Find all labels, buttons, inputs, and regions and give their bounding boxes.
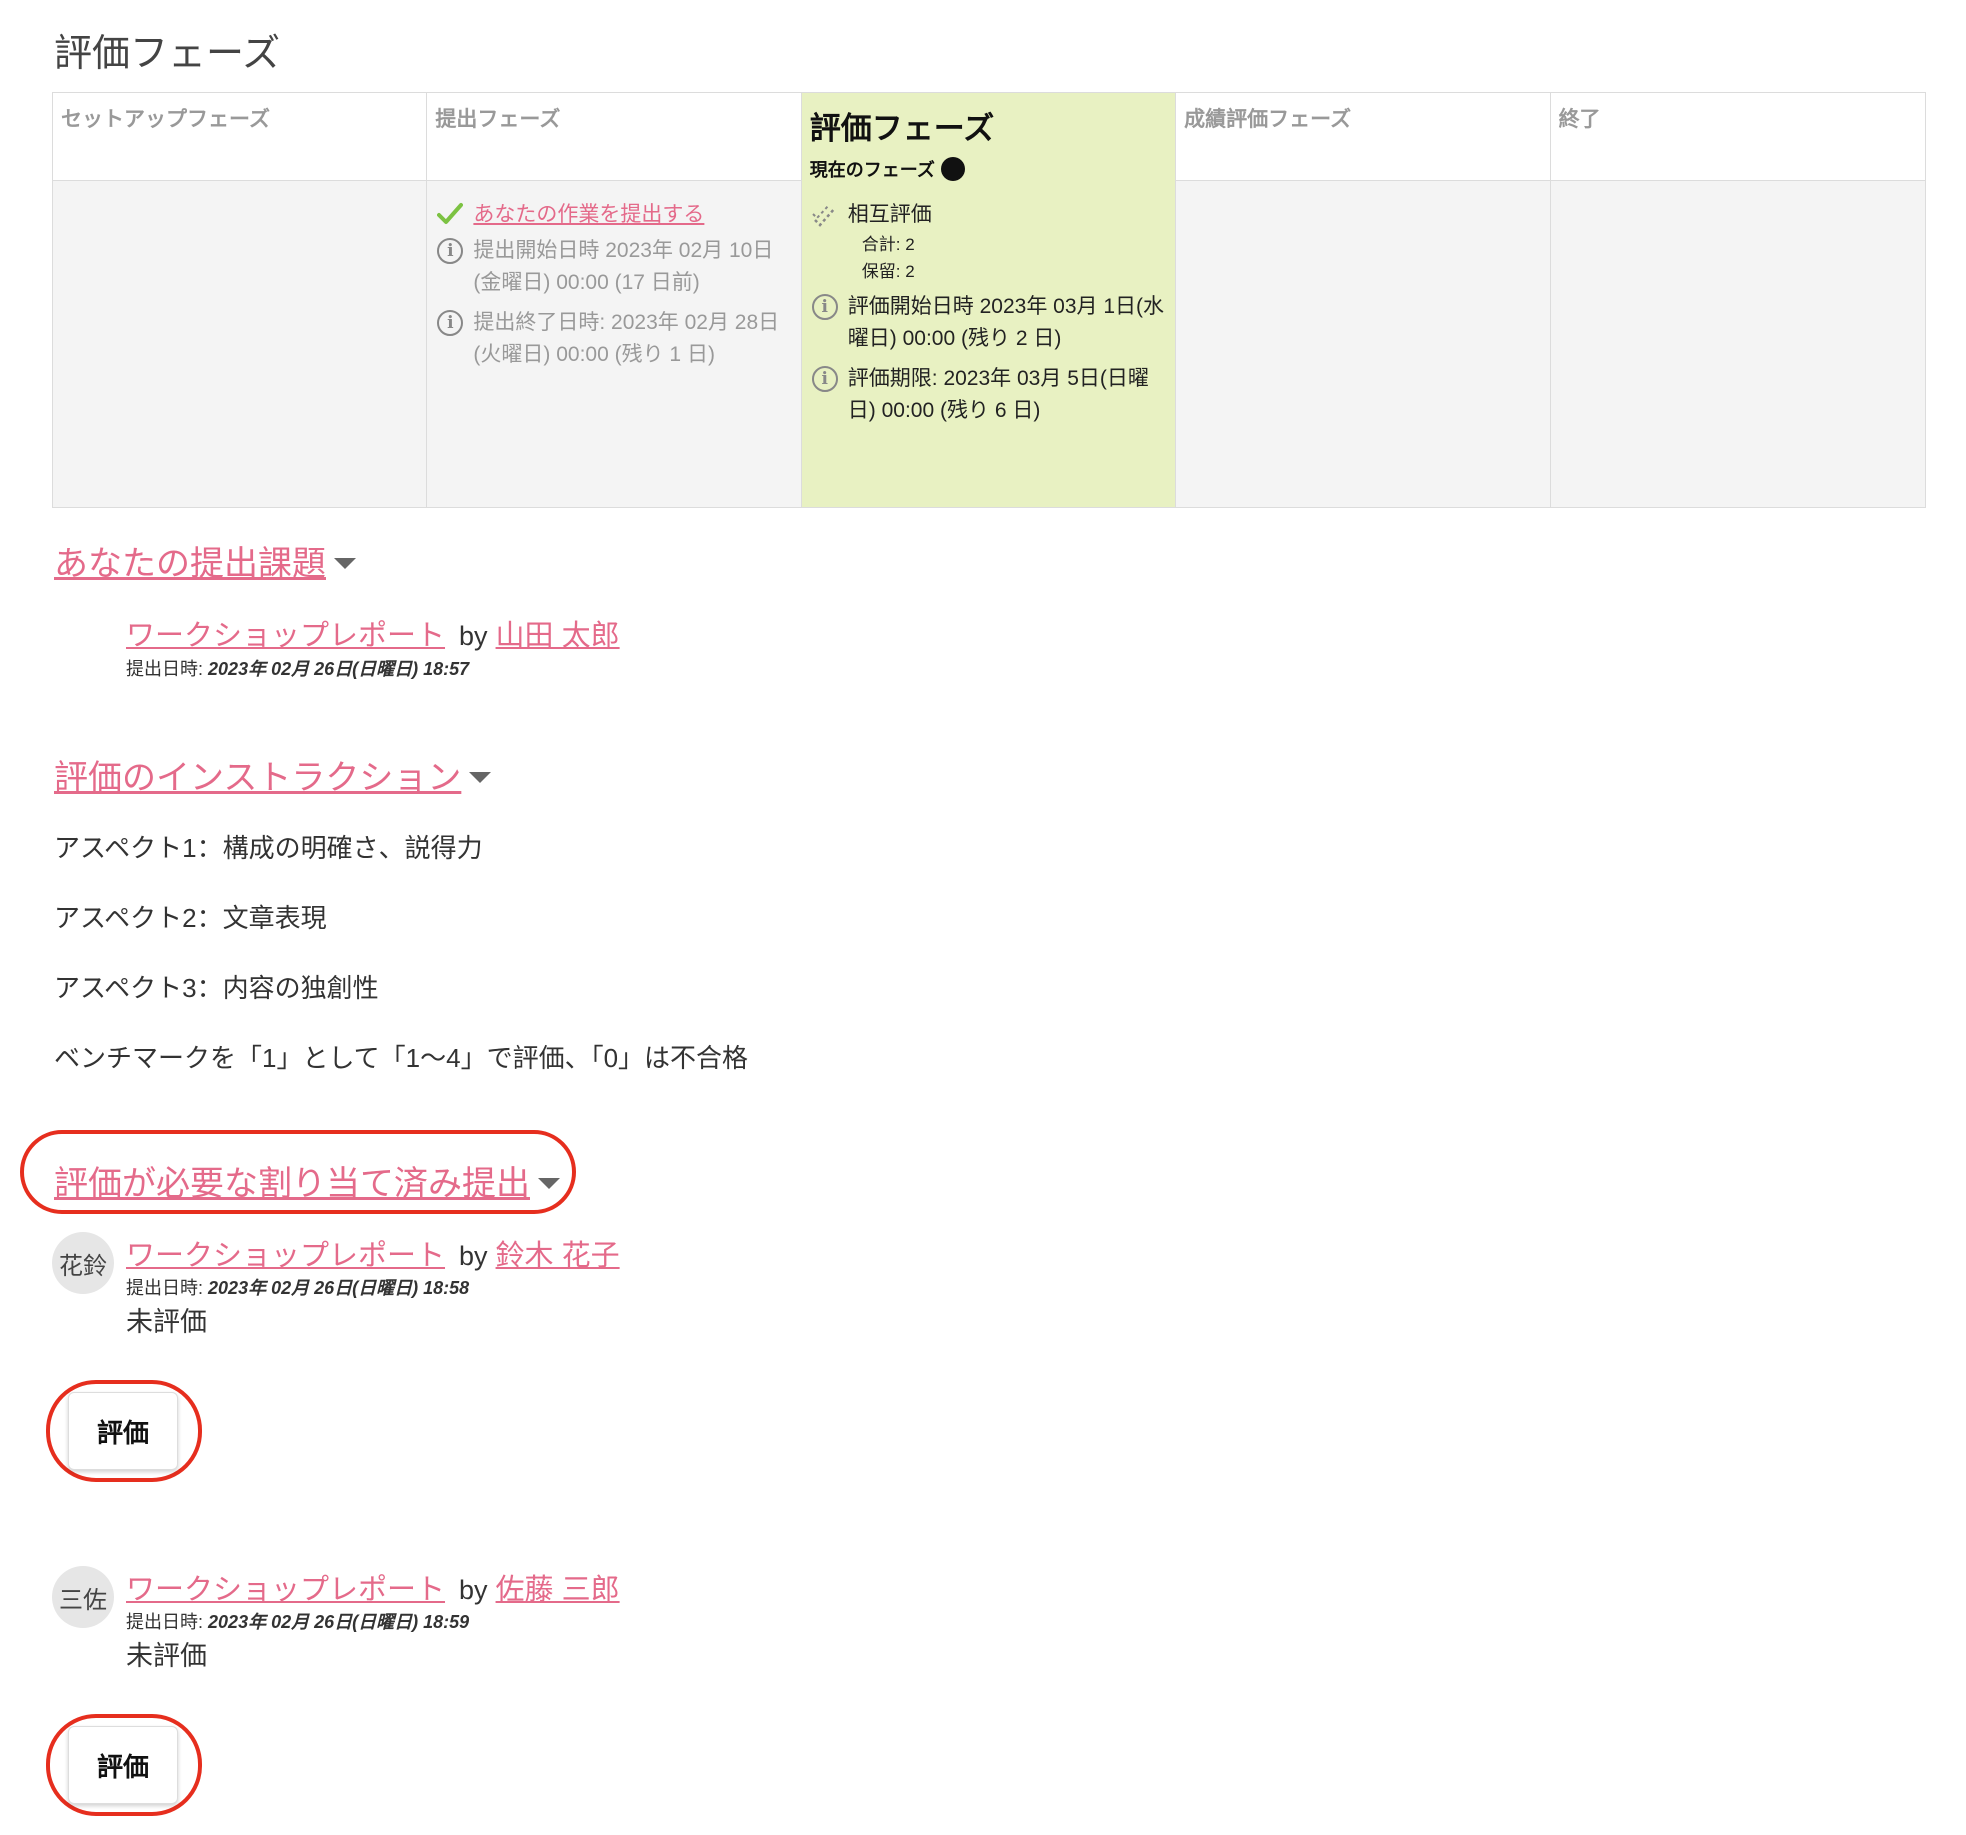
peer-review-pending: 保留: 2	[861, 262, 915, 281]
page-title: 評価フェーズ	[54, 33, 281, 75]
check-icon	[435, 199, 465, 226]
submission-start-text: 提出開始日時 2023年 02月 10日(金曜日) 00:00 (17 日前)	[473, 239, 774, 294]
submission-meta: 提出日時: 2023年 02月 26日(日曜日) 18:57	[126, 659, 470, 679]
by-label: by	[459, 621, 488, 651]
assigned-heading[interactable]: 評価が必要な割り当て済み提出	[54, 1156, 560, 1205]
by-label: by	[459, 1575, 488, 1605]
assigned-submission-entry: ワークショップレポート by 鈴木 花子	[126, 1232, 620, 1274]
info-icon: i	[437, 238, 464, 264]
phase-setup: セットアップフェーズ	[53, 93, 428, 507]
instructions-heading[interactable]: 評価のインストラクション	[54, 750, 492, 799]
task-assess-start: i 評価開始日時 2023年 03月 1日(水曜日) 00:00 (残り 2 日…	[810, 291, 1167, 355]
current-phase-label: 現在のフェーズ	[810, 156, 1167, 182]
info-icon: i	[811, 366, 838, 392]
peer-review-total: 合計: 2	[861, 235, 915, 254]
phase-submission: 提出フェーズ あなたの作業を提出する i 提出開始日時 2023年 02月 10…	[427, 93, 802, 507]
phase-name: 終了	[1558, 108, 1601, 131]
submission-meta: 提出日時: 2023年 02月 26日(日曜日) 18:59	[126, 1612, 470, 1632]
submission-meta: 提出日時: 2023年 02月 26日(日曜日) 18:58	[126, 1278, 470, 1298]
task-submit: あなたの作業を提出する	[435, 199, 792, 231]
assess-button[interactable]: 評価	[68, 1392, 178, 1470]
info-icon: i	[811, 294, 838, 320]
submit-work-link[interactable]: あなたの作業を提出する	[473, 199, 704, 231]
peer-review-icon	[810, 199, 840, 228]
assessment-deadline-text: 評価期限: 2023年 03月 5日(日曜日) 00:00 (残り 6 日)	[847, 367, 1149, 422]
current-phase-dot-icon	[940, 157, 965, 181]
author-link[interactable]: 鈴木 花子	[496, 1232, 620, 1274]
submission-title-link[interactable]: ワークショップレポート	[126, 612, 445, 654]
by-label: by	[459, 1241, 488, 1271]
phase-name: 成績評価フェーズ	[1184, 108, 1352, 131]
phase-name: セットアップフェーズ	[61, 108, 270, 131]
phase-evaluation: 成績評価フェーズ	[1176, 93, 1551, 507]
instruction-line: アスペクト2：文章表現	[54, 903, 327, 933]
task-peer-review: 相互評価	[810, 199, 1167, 231]
task-assess-deadline: i 評価期限: 2023年 03月 5日(日曜日) 00:00 (残り 6 日)	[810, 363, 1167, 427]
assessment-start-text: 評価開始日時 2023年 03月 1日(水曜日) 00:00 (残り 2 日)	[847, 295, 1165, 350]
phase-closed: 終了	[1550, 93, 1925, 507]
task-submit-end: i 提出終了日時: 2023年 02月 28日(火曜日) 00:00 (残り 1…	[435, 307, 792, 371]
assess-button[interactable]: 評価	[68, 1726, 178, 1804]
info-icon: i	[437, 310, 464, 336]
grade-status: 未評価	[126, 1641, 207, 1671]
phase-assessment: 評価フェーズ 現在のフェーズ 相互評価 合計: 2 保留: 2 i 評価開始日時…	[801, 93, 1177, 507]
phase-table: セットアップフェーズ 提出フェーズ あなたの作業を提出する i 提出開始日時 2…	[52, 92, 1926, 508]
instruction-line: アスペクト1：構成の明確さ、説得力	[54, 833, 483, 863]
your-submission-heading[interactable]: あなたの提出課題	[54, 536, 356, 585]
caret-down-icon[interactable]	[538, 1178, 560, 1189]
grade-status: 未評価	[126, 1307, 207, 1337]
author-link[interactable]: 山田 太郎	[496, 612, 620, 654]
task-submit-start: i 提出開始日時 2023年 02月 10日(金曜日) 00:00 (17 日前…	[435, 235, 792, 299]
phase-name: 提出フェーズ	[435, 108, 561, 131]
author-link[interactable]: 佐藤 三郎	[496, 1566, 620, 1608]
assigned-submission-entry: ワークショップレポート by 佐藤 三郎	[126, 1566, 620, 1608]
avatar: 花鈴	[52, 1232, 114, 1294]
peer-review-label: 相互評価	[847, 203, 932, 226]
your-submission-entry: ワークショップレポート by 山田 太郎	[126, 612, 620, 654]
submission-title-link[interactable]: ワークショップレポート	[126, 1232, 445, 1274]
phase-name: 評価フェーズ	[809, 111, 995, 146]
submission-end-text: 提出終了日時: 2023年 02月 28日(火曜日) 00:00 (残り 1 日…	[473, 311, 780, 366]
caret-down-icon[interactable]	[334, 558, 356, 569]
caret-down-icon[interactable]	[469, 772, 492, 783]
submission-title-link[interactable]: ワークショップレポート	[126, 1566, 445, 1608]
instruction-line: アスペクト3：内容の独創性	[54, 973, 379, 1003]
avatar: 三佐	[52, 1566, 114, 1628]
instruction-line: ベンチマークを「1」として「1～4」で評価、「0」は不合格	[54, 1043, 749, 1073]
